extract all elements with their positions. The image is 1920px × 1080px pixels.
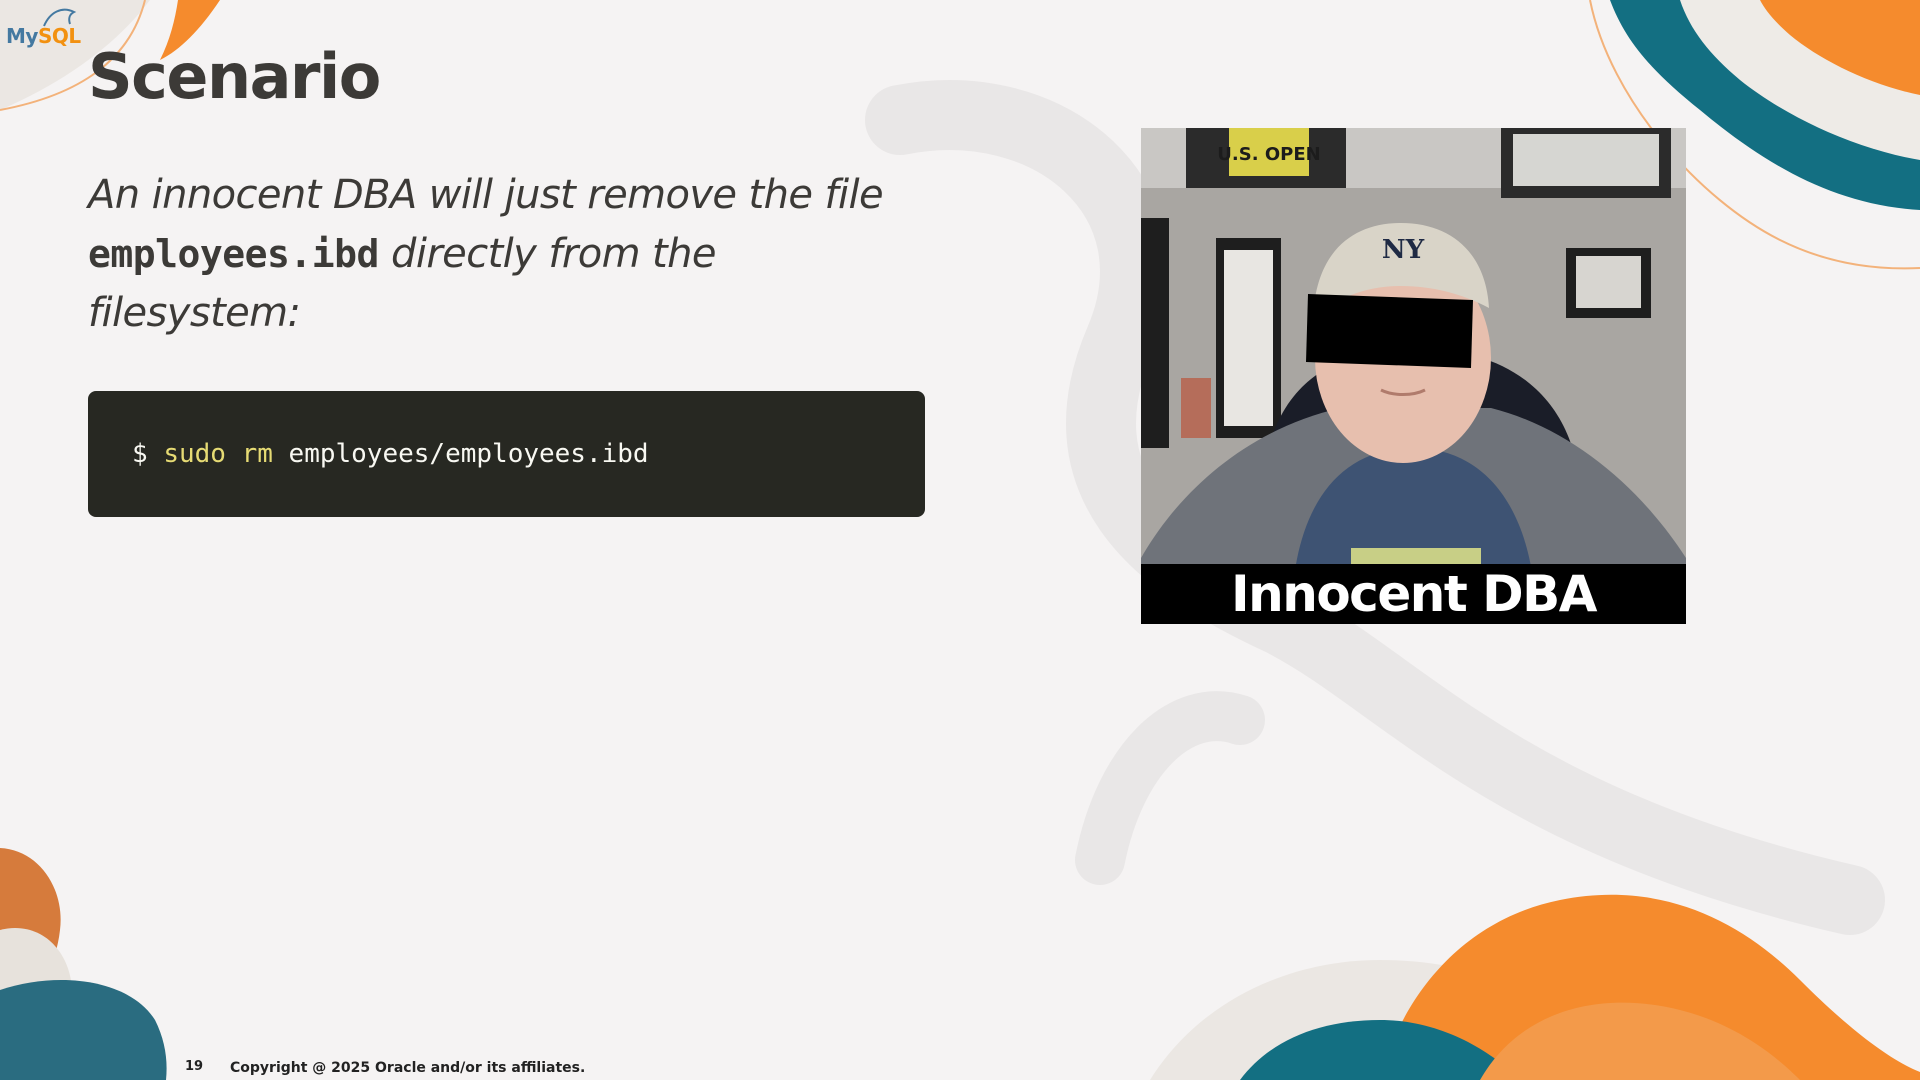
bottom-left-teal [0,980,167,1080]
code-prompt: $ [132,439,164,469]
lead-text-before: An innocent DBA will just remove the fil… [88,172,884,218]
code-argument: employees/employees.ibd [272,439,649,469]
grey-swirl-2 [1075,691,1265,885]
dba-illustration: U.S. OPEN NY [1141,128,1686,624]
page-number: 19 [185,1059,204,1074]
copyright-text: Copyright @ 2025 Oracle and/or its affil… [230,1060,586,1076]
banner-text: U.S. OPEN [1217,144,1320,165]
slide-title: Scenario [88,40,381,113]
mysql-logo: MySQL [6,24,81,48]
lead-paragraph: An innocent DBA will just remove the fil… [88,166,928,343]
code-keyword: sudo rm [163,439,273,469]
logo-suffix: SQL [37,24,81,48]
photo-caption: Innocent DBA [1141,564,1686,624]
lead-inline-code: employees.ibd [88,232,379,276]
logo-prefix: My [6,24,38,48]
slide: MySQL Scenario An innocent DBA will just… [0,0,1920,1080]
censor-bar [1306,294,1473,368]
code-block: $ sudo rm employees/employees.ibd [88,391,925,517]
cap-logo: NY [1382,235,1425,265]
dba-photo: U.S. OPEN NY Innocent DBA [1141,128,1686,624]
